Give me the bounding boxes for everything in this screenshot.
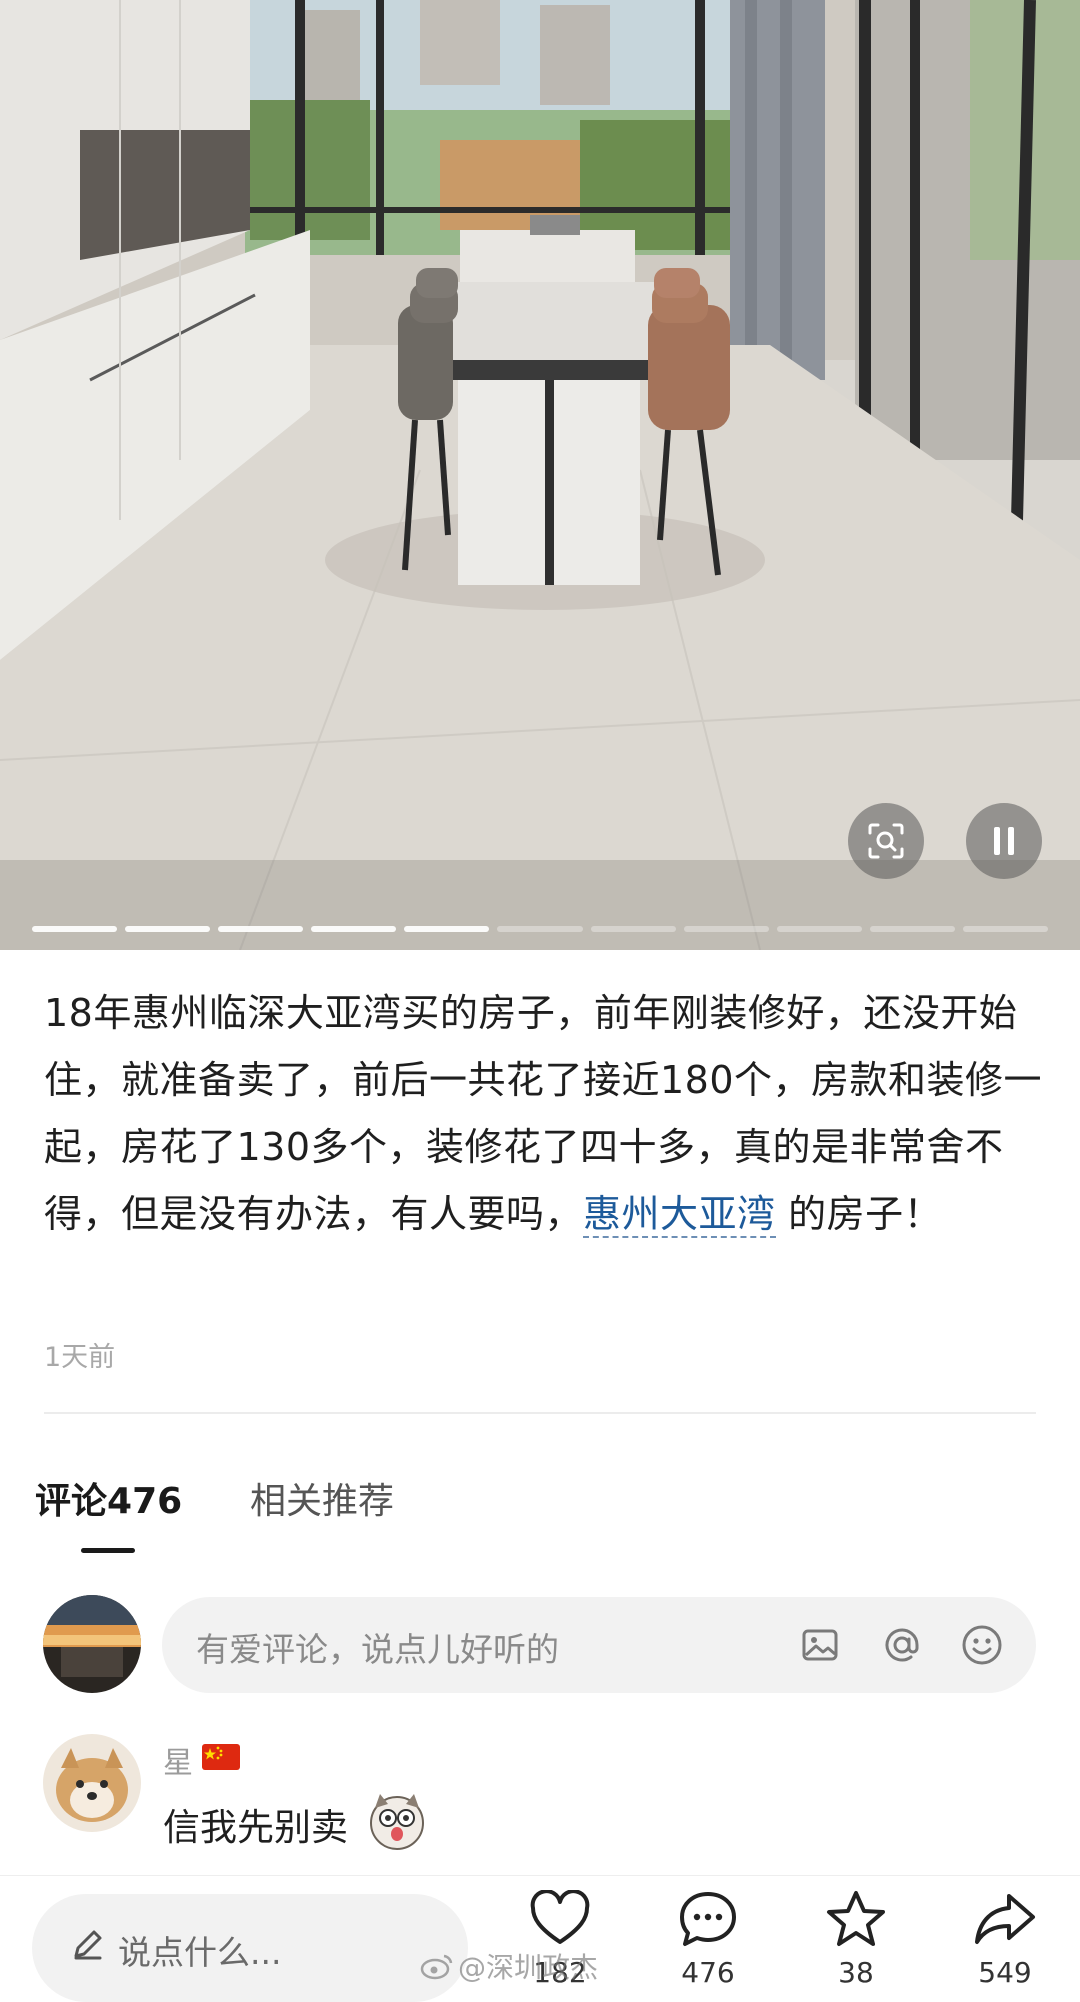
progress-segment (32, 926, 118, 932)
watermark-text: @深圳政杰 (458, 1951, 599, 1984)
commenter-avatar[interactable] (43, 1734, 141, 1832)
pencil-icon (74, 1930, 102, 1960)
tab-comments-count: 476 (107, 1481, 183, 1522)
progress-segment (404, 926, 490, 932)
comment-placeholder: 有爱评论，说点儿好听的 (196, 1630, 559, 1669)
progress-segment (218, 926, 304, 932)
tab-related[interactable]: 相关推荐 (250, 1472, 394, 1524)
my-avatar[interactable] (43, 1595, 141, 1693)
topic-link[interactable]: 惠州大亚湾 (583, 1192, 776, 1238)
slide-progress-bar (32, 926, 1049, 932)
progress-segment (869, 926, 955, 932)
share-arrow-icon (975, 1894, 1035, 1944)
star-icon (827, 1891, 885, 1946)
tab-comments-label: 评论 (35, 1481, 108, 1522)
shiba-dog-avatar (43, 1734, 141, 1832)
commenter-name[interactable]: 星 (163, 1738, 193, 1782)
progress-segment (497, 926, 583, 932)
heart-icon (530, 1890, 590, 1944)
cat-sticker-icon (366, 1790, 428, 1852)
comment-input[interactable]: 有爱评论，说点儿好听的 (162, 1597, 1036, 1693)
progress-segment (311, 926, 397, 932)
china-flag-icon (202, 1744, 240, 1770)
comment-button[interactable]: 476 (653, 1886, 763, 1989)
comment-count: 476 (681, 1956, 735, 1989)
pause-icon (994, 827, 1014, 855)
at-icon[interactable] (878, 1621, 926, 1669)
weibo-logo-icon (420, 1954, 453, 1980)
progress-segment (683, 926, 769, 932)
dining-room-photo (0, 0, 1080, 950)
favorite-count: 38 (838, 1956, 874, 1989)
share-button[interactable]: 549 (950, 1886, 1060, 1989)
progress-segment (590, 926, 676, 932)
comment-bubble-icon (680, 1892, 736, 1946)
image-search-button[interactable] (848, 803, 924, 879)
favorite-button[interactable]: 38 (801, 1886, 911, 1989)
progress-segment (125, 926, 211, 932)
emoji-icon[interactable] (958, 1621, 1006, 1669)
say-something-input[interactable]: 说点什么... (32, 1894, 468, 2002)
share-count: 549 (978, 1956, 1032, 1989)
post-media[interactable] (0, 0, 1080, 950)
say-something-placeholder: 说点什么... (118, 1933, 282, 1972)
progress-segment (962, 926, 1049, 932)
my-avatar-image (43, 1595, 141, 1693)
active-tab-indicator (81, 1548, 135, 1553)
image-icon[interactable] (796, 1621, 844, 1669)
scan-search-icon (868, 823, 904, 859)
pause-button[interactable] (966, 803, 1042, 879)
comment-text: 信我先别卖 (163, 1806, 348, 1849)
post-body: 18年惠州临深大亚湾买的房子，前年刚装修好，还没开始住，就准备卖了，前后一共花了… (44, 980, 1044, 1248)
progress-segment (776, 926, 862, 932)
watermark: @深圳政杰 (420, 1946, 598, 1986)
tab-comments[interactable]: 评论476 (35, 1472, 182, 1524)
divider (44, 1412, 1036, 1414)
post-text-end: 的房子！ (775, 1192, 943, 1236)
post-timestamp: 1天前 (44, 1342, 116, 1373)
